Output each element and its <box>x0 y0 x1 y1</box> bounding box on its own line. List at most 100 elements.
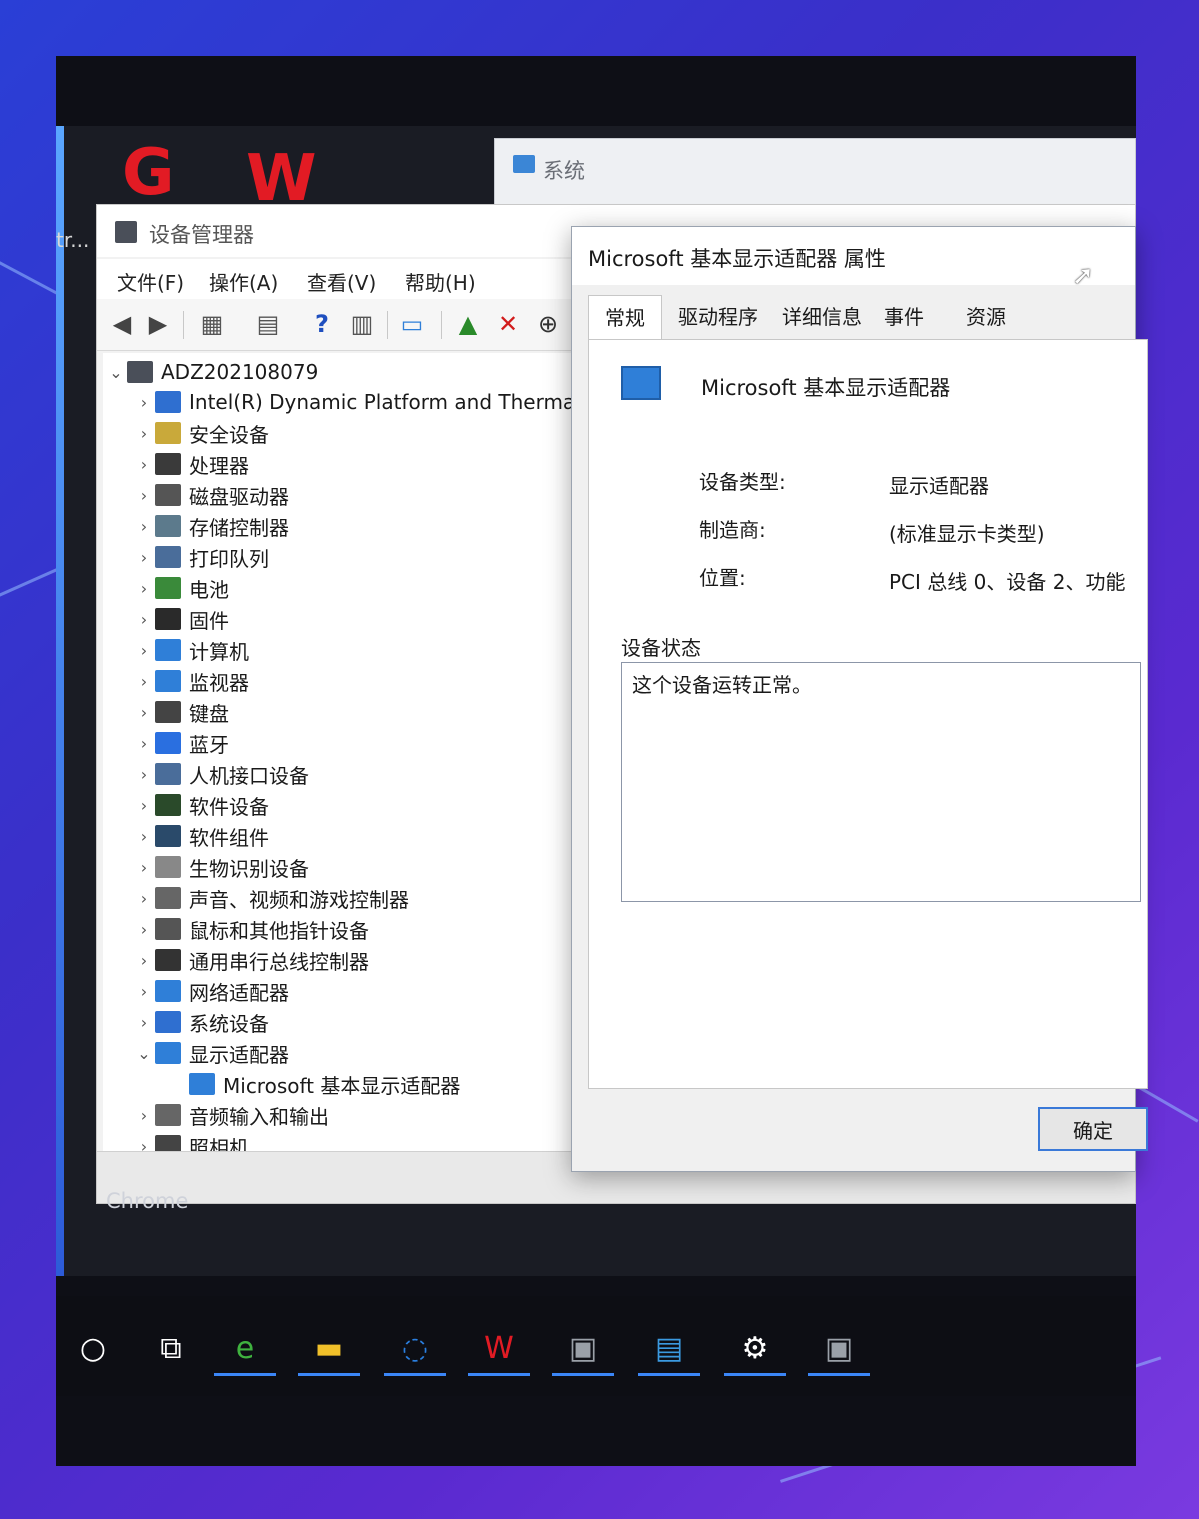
chevron-right-icon[interactable]: › <box>133 827 155 846</box>
chevron-right-icon[interactable]: › <box>133 951 155 970</box>
task-view-icon[interactable]: ⧉ <box>140 1318 202 1378</box>
wps-icon[interactable]: W <box>468 1318 530 1378</box>
keyboard-icon <box>155 701 181 723</box>
chevron-right-icon[interactable]: › <box>133 889 155 908</box>
menu-action[interactable]: 操作(A) <box>209 267 278 296</box>
tree-category-item[interactable]: › 照相机 <box>133 1131 249 1153</box>
tab-general[interactable]: 常规 <box>588 295 662 345</box>
settings-gear-icon[interactable]: ⚙ <box>724 1318 786 1378</box>
back-arrow-icon[interactable]: ◀ <box>107 309 137 339</box>
chat-icon[interactable]: ◌ <box>384 1318 446 1378</box>
tree-category-item[interactable]: › 鼠标和其他指针设备 <box>133 914 369 944</box>
chevron-right-icon[interactable]: › <box>133 858 155 877</box>
search-circle-icon[interactable]: ○ <box>62 1318 124 1378</box>
tree-category-item[interactable]: › 安全设备 <box>133 418 269 448</box>
download-icon[interactable]: ⊕ <box>533 309 563 339</box>
chevron-right-icon[interactable]: › <box>133 982 155 1001</box>
device-manager-icon[interactable]: ▣ <box>808 1318 870 1378</box>
browser-icon[interactable]: e <box>214 1318 276 1378</box>
update-driver-icon[interactable]: ▲ <box>453 309 483 339</box>
chevron-right-icon[interactable]: › <box>133 486 155 505</box>
device-status-textbox[interactable]: 这个设备运转正常。 <box>621 662 1141 902</box>
chevron-right-icon[interactable]: › <box>133 920 155 939</box>
cpu-icon <box>155 453 181 475</box>
chevron-right-icon[interactable]: › <box>133 455 155 474</box>
chevron-right-icon[interactable]: › <box>133 765 155 784</box>
ok-button[interactable]: 确定 <box>1038 1107 1148 1151</box>
tree-category-item[interactable]: › 人机接口设备 <box>133 759 309 789</box>
tab-resources[interactable]: 资源 <box>966 301 1006 330</box>
menu-help[interactable]: 帮助(H) <box>405 267 476 296</box>
field-label-device-type: 设备类型: <box>699 470 786 494</box>
chevron-right-icon[interactable]: › <box>133 1013 155 1032</box>
settings-gear-icon-glyph: ⚙ <box>741 1330 769 1366</box>
chevron-right-icon[interactable]: › <box>133 1106 155 1125</box>
chevron-right-icon[interactable]: › <box>133 393 155 412</box>
help-icon[interactable]: ? <box>307 309 337 339</box>
tree-category-item[interactable]: › 蓝牙 <box>133 728 229 758</box>
tab-details[interactable]: 详细信息 <box>782 301 862 330</box>
chevron-right-icon[interactable]: › <box>133 672 155 691</box>
properties-titlebar[interactable]: Microsoft 基本显示适配器 属性 ➚ <box>572 227 1135 291</box>
running-indicator <box>384 1373 446 1376</box>
taskbar: ○ ⧉ e ▬ ◌ W ▣ ▤ ⚙ ▣ <box>56 1296 1136 1396</box>
desktop-left-label: tr... <box>56 228 90 252</box>
tree-item-label: 键盘 <box>189 701 229 726</box>
tree-category-item[interactable]: › 监视器 <box>133 666 249 696</box>
tree-category-item[interactable]: › 计算机 <box>133 635 249 665</box>
tree-item-label: 蓝牙 <box>189 732 229 757</box>
chevron-right-icon[interactable]: › <box>133 579 155 598</box>
chevron-right-icon[interactable]: › <box>133 796 155 815</box>
tree-category-item[interactable]: › 生物识别设备 <box>133 852 309 882</box>
view-panel-icon[interactable]: ▥ <box>347 309 377 339</box>
chevron-right-icon[interactable]: › <box>133 517 155 536</box>
tree-category-item[interactable]: › 声音、视频和游戏控制器 <box>133 883 409 913</box>
tree-category-item[interactable]: › 通用串行总线控制器 <box>133 945 369 975</box>
tab-events[interactable]: 事件 <box>884 301 924 330</box>
control-panel-icon[interactable]: ▤ <box>638 1318 700 1378</box>
tree-category-item[interactable]: › 处理器 <box>133 449 249 479</box>
tree-category-item[interactable]: › 键盘 <box>133 697 229 727</box>
monitor-scan-icon[interactable]: ▭ <box>397 309 427 339</box>
chevron-right-icon[interactable]: › <box>133 734 155 753</box>
tree-category-item[interactable]: › 存储控制器 <box>133 511 289 541</box>
remove-device-icon[interactable]: ✕ <box>493 309 523 339</box>
chevron-right-icon[interactable]: › <box>133 641 155 660</box>
tree-category-item[interactable]: › Intel(R) Dynamic Platform and Thermal F <box>133 387 581 417</box>
running-indicator <box>214 1373 276 1376</box>
search-circle-icon-glyph: ○ <box>79 1330 107 1366</box>
tree-category-item[interactable]: › 音频输入和输出 <box>133 1100 329 1130</box>
chevron-right-icon[interactable]: › <box>133 424 155 443</box>
tree-category-item[interactable]: › 固件 <box>133 604 229 634</box>
device-tree[interactable]: ⌄ ADZ202108079 › Intel(R) Dynamic Platfor… <box>103 353 581 1153</box>
menu-file[interactable]: 文件(F) <box>117 267 184 296</box>
chevron-right-icon[interactable]: › <box>133 548 155 567</box>
red-app-desktop-icon[interactable]: G <box>122 136 175 210</box>
chevron-right-icon[interactable]: › <box>133 703 155 722</box>
chevron-down-icon[interactable]: ⌄ <box>105 363 127 382</box>
tree-category-item[interactable]: › 系统设备 <box>133 1007 269 1037</box>
computer-icon <box>155 639 181 661</box>
tree-category-item[interactable]: › 电池 <box>133 573 229 603</box>
tree-item-label: 监视器 <box>189 670 249 695</box>
properties-grid-icon[interactable]: ▦ <box>197 309 227 339</box>
device-manager-icon[interactable]: ▣ <box>552 1318 614 1378</box>
properties-dialog[interactable]: Microsoft 基本显示适配器 属性 ➚ 常规 驱动程序 详细信息 事件 资… <box>571 226 1148 1172</box>
tab-driver[interactable]: 驱动程序 <box>678 301 758 330</box>
tree-item-label: 人机接口设备 <box>189 763 309 788</box>
document-icon[interactable]: ▤ <box>253 309 283 339</box>
menu-view[interactable]: 查看(V) <box>307 267 376 296</box>
tree-category-item[interactable]: › 打印队列 <box>133 542 269 572</box>
tree-category-item[interactable]: › 磁盘驱动器 <box>133 480 289 510</box>
tree-item-label: 网络适配器 <box>189 980 289 1005</box>
file-explorer-icon[interactable]: ▬ <box>298 1318 360 1378</box>
tree-category-item[interactable]: › 软件组件 <box>133 821 269 851</box>
tree-category-item[interactable]: › 软件设备 <box>133 790 269 820</box>
tree-category-item[interactable]: ⌄ 显示适配器 <box>133 1038 289 1068</box>
tree-child-item[interactable]: Microsoft 基本显示适配器 <box>189 1069 460 1099</box>
tree-root[interactable]: ⌄ ADZ202108079 <box>105 357 318 387</box>
chevron-right-icon[interactable]: › <box>133 610 155 629</box>
tree-category-item[interactable]: › 网络适配器 <box>133 976 289 1006</box>
forward-arrow-icon[interactable]: ▶ <box>143 309 173 339</box>
chevron-down-icon[interactable]: ⌄ <box>133 1044 155 1063</box>
